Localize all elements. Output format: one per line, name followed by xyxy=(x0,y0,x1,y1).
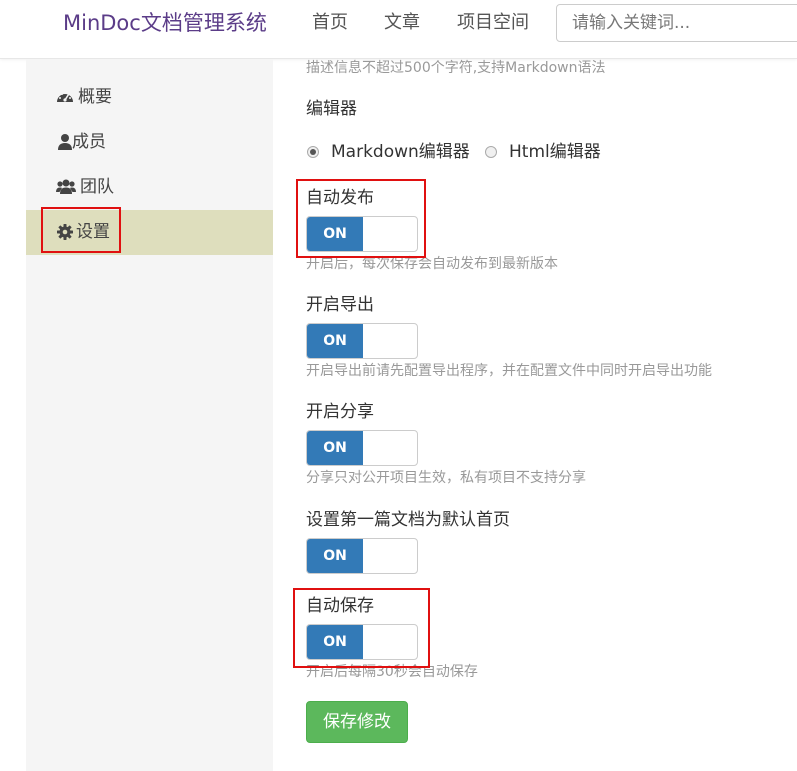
save-changes-button[interactable]: 保存修改 xyxy=(306,701,408,743)
sidebar: 概要 成员 团队 设置 xyxy=(26,59,273,771)
nav-articles[interactable]: 文章 xyxy=(384,10,420,36)
enable-share-hint: 分享只对公开项目生效，私有项目不支持分享 xyxy=(306,470,586,486)
editor-label: 编辑器 xyxy=(306,99,357,119)
dashboard-icon xyxy=(57,93,73,102)
enable-export-label: 开启导出 xyxy=(306,295,374,315)
auto-save-switch[interactable]: ON xyxy=(306,624,418,660)
auto-publish-label: 自动发布 xyxy=(306,188,374,208)
auto-publish-switch[interactable]: ON xyxy=(306,216,418,252)
auto-publish-hint: 开启后，每次保存会自动发布到最新版本 xyxy=(306,256,558,272)
enable-share-label: 开启分享 xyxy=(306,402,374,422)
default-homepage-label: 设置第一篇文档为默认首页 xyxy=(306,510,510,530)
search-input[interactable] xyxy=(556,4,797,42)
switch-on-label: ON xyxy=(307,625,363,659)
enable-export-hint: 开启导出前请先配置导出程序，并在配置文件中同时开启导出功能 xyxy=(306,363,712,379)
editor-option-markdown-label[interactable]: Markdown编辑器 xyxy=(331,141,470,163)
brand-logo[interactable]: MinDoc文档管理系统 xyxy=(63,9,267,37)
editor-radio-markdown[interactable] xyxy=(307,146,319,158)
sidebar-item-overview[interactable]: 概要 xyxy=(26,75,273,120)
default-homepage-switch[interactable]: ON xyxy=(306,538,418,574)
switch-on-label: ON xyxy=(307,431,363,465)
enable-export-switch[interactable]: ON xyxy=(306,323,418,359)
auto-save-label: 自动保存 xyxy=(306,596,374,616)
gear-icon xyxy=(57,224,73,240)
switch-on-label: ON xyxy=(307,539,363,573)
sidebar-item-label: 设置 xyxy=(76,222,110,242)
sidebar-item-label: 成员 xyxy=(72,132,106,152)
sidebar-item-team[interactable]: 团队 xyxy=(26,165,273,210)
sidebar-item-label: 团队 xyxy=(80,177,114,197)
editor-radio-html[interactable] xyxy=(485,146,497,158)
top-navbar: MinDoc文档管理系统 首页 文章 项目空间 xyxy=(0,0,797,59)
users-icon xyxy=(56,179,76,194)
enable-share-switch[interactable]: ON xyxy=(306,430,418,466)
switch-on-label: ON xyxy=(307,324,363,358)
editor-option-html-label[interactable]: Html编辑器 xyxy=(509,141,601,163)
description-hint: 描述信息不超过500个字符,支持Markdown语法 xyxy=(306,60,606,76)
sidebar-item-label: 概要 xyxy=(78,87,112,107)
sidebar-item-settings[interactable]: 设置 xyxy=(26,210,273,255)
nav-home[interactable]: 首页 xyxy=(312,10,348,36)
switch-on-label: ON xyxy=(307,217,363,251)
auto-save-hint: 开启后每隔30秒会自动保存 xyxy=(306,664,478,680)
sidebar-item-members[interactable]: 成员 xyxy=(26,120,273,165)
nav-project-space[interactable]: 项目空间 xyxy=(457,10,529,36)
